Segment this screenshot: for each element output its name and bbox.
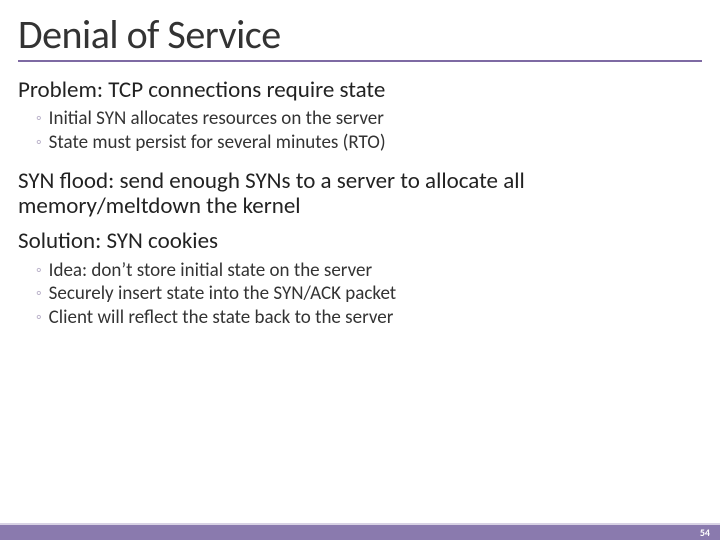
slide: Denial of Service Problem: TCP connectio… (0, 0, 720, 540)
sub-item-text: State must persist for several minutes (… (49, 131, 702, 155)
footer-bar: 54 (0, 525, 720, 540)
sub-item: ◦ Client will reflect the state back to … (36, 306, 702, 330)
sub-item-text: Securely insert state into the SYN/ACK p… (49, 282, 702, 306)
bullet-icon: ◦ (36, 306, 42, 329)
sub-item: ◦ Idea: don’t store initial state on the… (36, 259, 702, 283)
body-point-2: SYN flood: send enough SYNs to a server … (18, 169, 702, 220)
sub-item-text: Initial SYN allocates resources on the s… (49, 107, 702, 131)
slide-title: Denial of Service (18, 12, 702, 58)
body-point-1: Problem: TCP connections require state (18, 78, 702, 103)
bullet-icon: ◦ (36, 107, 42, 130)
sub-item-text: Client will reflect the state back to th… (49, 306, 702, 330)
sub-item: ◦ Securely insert state into the SYN/ACK… (36, 282, 702, 306)
body-point-3: Solution: SYN cookies (18, 229, 702, 254)
page-number: 54 (700, 526, 710, 539)
sub-item-text: Idea: don’t store initial state on the s… (49, 259, 702, 283)
title-underline (18, 60, 702, 62)
sub-list-3: ◦ Idea: don’t store initial state on the… (36, 259, 702, 330)
bullet-icon: ◦ (36, 131, 42, 154)
sub-list-1: ◦ Initial SYN allocates resources on the… (36, 107, 702, 155)
sub-item: ◦ Initial SYN allocates resources on the… (36, 107, 702, 131)
bullet-icon: ◦ (36, 259, 42, 282)
sub-item: ◦ State must persist for several minutes… (36, 131, 702, 155)
bullet-icon: ◦ (36, 282, 42, 305)
